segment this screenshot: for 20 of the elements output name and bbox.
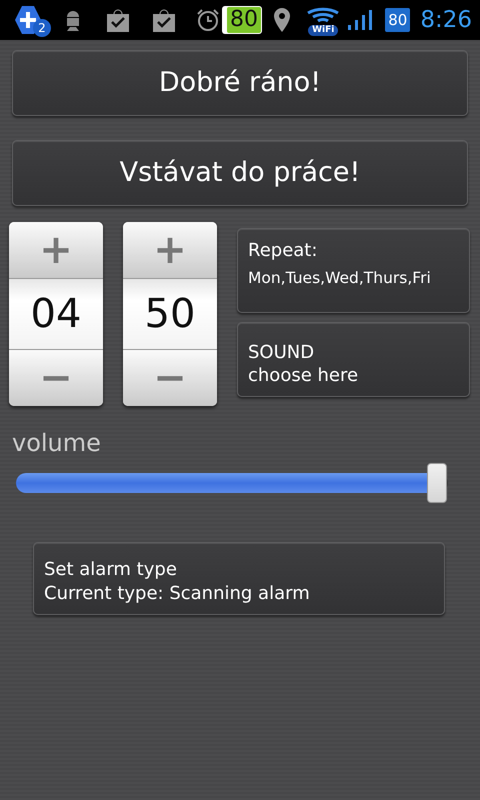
message-button[interactable]: Dobré ráno! [12,50,468,116]
shopping-bag-icon[interactable] [152,7,176,33]
location-pin-icon[interactable] [272,7,292,33]
slider-thumb[interactable] [427,463,448,503]
alarm-clock-icon[interactable] [196,8,220,32]
wifi-label: WiFi [308,24,338,36]
volume-label: volume [12,428,102,458]
time-value: 50 [123,278,217,350]
sound-button[interactable]: SOUND choose here [237,322,470,397]
shopping-bag-icon[interactable] [106,7,130,33]
signal-icon [347,9,374,31]
wifi-icon[interactable] [306,4,340,24]
repeat-button[interactable]: Repeat: Mon,Tues,Wed,Thurs,Fri [237,228,470,313]
time-value: 04 [9,278,103,350]
clock-time: 8:26 [420,6,472,35]
alarm-type-button[interactable]: Set alarm type Current type: Scanning alarm [33,542,445,615]
battery-level-badge: 80 [385,8,410,32]
volume-slider[interactable] [14,462,450,504]
message-button[interactable]: Vstávat do práce! [12,140,468,206]
notification-count: 2 [33,19,51,37]
